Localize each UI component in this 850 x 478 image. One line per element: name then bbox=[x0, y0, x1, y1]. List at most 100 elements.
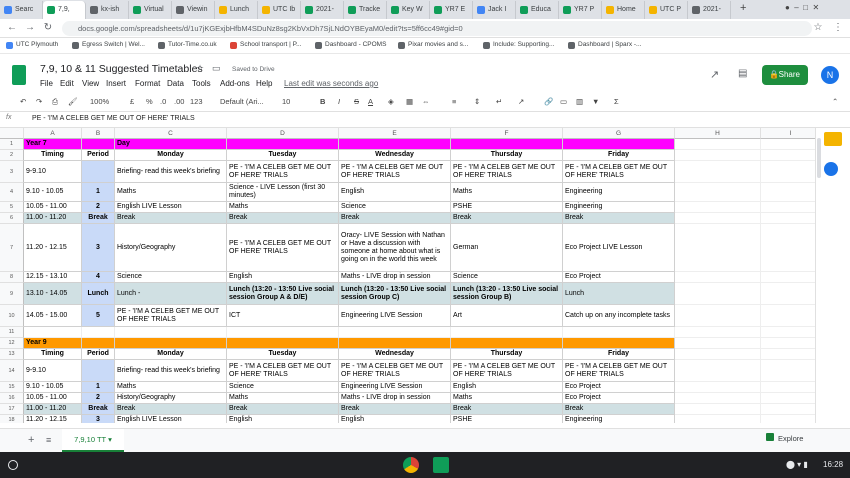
grid-cell[interactable]: 13.10 - 14.05 bbox=[24, 283, 82, 305]
menu-file[interactable]: File bbox=[40, 79, 53, 88]
grid-cell[interactable] bbox=[675, 415, 761, 423]
grid-cell[interactable] bbox=[563, 327, 675, 338]
grid-cell[interactable]: Briefing- read this week's briefing bbox=[115, 360, 227, 382]
browser-tab[interactable]: Searc bbox=[0, 1, 43, 19]
grid-cell[interactable] bbox=[451, 139, 563, 150]
status-icons[interactable]: ⬤ ▾ ▮ bbox=[786, 460, 808, 469]
column-header[interactable]: E bbox=[339, 128, 451, 139]
strikethrough-icon[interactable]: S bbox=[354, 97, 359, 106]
grid-cell[interactable] bbox=[675, 360, 761, 382]
grid-cell[interactable] bbox=[761, 202, 815, 213]
grid-cell[interactable]: Eco Project bbox=[563, 382, 675, 393]
grid-cell[interactable]: Thursday bbox=[451, 150, 563, 161]
grid-cell[interactable]: 11.20 - 12.15 bbox=[24, 224, 82, 272]
vertical-scrollbar[interactable] bbox=[817, 138, 821, 178]
column-header[interactable]: A bbox=[24, 128, 82, 139]
browser-menu-icon[interactable]: ⋮ bbox=[832, 22, 844, 34]
menu-format[interactable]: Format bbox=[135, 79, 160, 88]
back-icon[interactable]: ← bbox=[6, 22, 18, 34]
grid-cell[interactable]: Science bbox=[227, 382, 339, 393]
undo-icon[interactable]: ↶ bbox=[20, 97, 26, 106]
browser-tab[interactable]: 2021- bbox=[688, 1, 731, 19]
grid-cell[interactable]: English bbox=[339, 183, 451, 202]
grid-cell[interactable]: 9-9.10 bbox=[24, 360, 82, 382]
grid-cell[interactable] bbox=[339, 327, 451, 338]
text-color-icon[interactable]: A bbox=[368, 97, 373, 106]
document-title[interactable]: 7,9, 10 & 11 Suggested Timetables bbox=[40, 63, 203, 75]
bookmark-item[interactable]: Tutor-Time.co.uk bbox=[158, 41, 217, 49]
row-header[interactable]: 14 bbox=[0, 360, 24, 382]
avatar[interactable]: N bbox=[821, 66, 839, 84]
row-header[interactable]: 10 bbox=[0, 305, 24, 327]
grid-cell[interactable]: PE - 'I'M A CELEB GET ME OUT OF HERE' TR… bbox=[227, 224, 339, 272]
grid-cell[interactable]: Maths bbox=[451, 183, 563, 202]
column-header[interactable]: F bbox=[451, 128, 563, 139]
grid-cell[interactable]: 1 bbox=[82, 183, 115, 202]
grid-cell[interactable]: History/Geography bbox=[115, 393, 227, 404]
redo-icon[interactable]: ↷ bbox=[36, 97, 42, 106]
grid-cell[interactable] bbox=[115, 327, 227, 338]
insert-chart-icon[interactable]: ▥ bbox=[576, 97, 583, 106]
row-header[interactable]: 4 bbox=[0, 183, 24, 202]
forward-icon[interactable]: → bbox=[24, 22, 36, 34]
grid-cell[interactable]: 11.00 - 11.20 bbox=[24, 404, 82, 415]
currency-format-button[interactable]: £ bbox=[130, 97, 134, 106]
grid-cell[interactable]: Lunch (13:20 - 13:50 Live social session… bbox=[451, 283, 563, 305]
grid-cell[interactable] bbox=[82, 161, 115, 183]
grid-cell[interactable] bbox=[339, 139, 451, 150]
bookmark-item[interactable]: UTC Plymouth bbox=[6, 41, 58, 49]
grid-cell[interactable] bbox=[761, 360, 815, 382]
column-header[interactable]: D bbox=[227, 128, 339, 139]
menu-tools[interactable]: Tools bbox=[192, 79, 211, 88]
grid-cell[interactable] bbox=[675, 283, 761, 305]
grid-cell[interactable]: ICT bbox=[227, 305, 339, 327]
grid-cell[interactable]: Maths bbox=[451, 393, 563, 404]
grid-cell[interactable]: 1 bbox=[82, 382, 115, 393]
grid-cell[interactable] bbox=[675, 161, 761, 183]
grid-cell[interactable]: Break bbox=[451, 404, 563, 415]
grid-cell[interactable]: Lunch (13:20 - 13:50 Live social session… bbox=[339, 283, 451, 305]
grid-cell[interactable] bbox=[227, 338, 339, 349]
grid-cell[interactable]: Monday bbox=[115, 349, 227, 360]
grid-cell[interactable] bbox=[24, 327, 82, 338]
row-header[interactable]: 15 bbox=[0, 382, 24, 393]
bookmark-item[interactable]: Egress Switch | Wel... bbox=[72, 41, 145, 49]
grid-cell[interactable]: Friday bbox=[563, 150, 675, 161]
url-field[interactable]: docs.google.com/spreadsheets/d/1u7jKGExj… bbox=[62, 21, 812, 36]
insert-comment-icon[interactable]: ▭ bbox=[560, 97, 567, 106]
grid-cell[interactable]: 11.00 - 11.20 bbox=[24, 213, 82, 224]
grid-cell[interactable] bbox=[675, 349, 761, 360]
grid-cell[interactable]: Thursday bbox=[451, 349, 563, 360]
fill-color-icon[interactable]: ◈ bbox=[388, 97, 394, 106]
chrome-icon[interactable] bbox=[403, 457, 419, 473]
comments-icon[interactable]: ▤ bbox=[738, 68, 747, 79]
insert-link-icon[interactable]: 🔗 bbox=[544, 97, 553, 106]
reload-icon[interactable]: ↻ bbox=[42, 22, 54, 34]
increase-decimal-button[interactable]: .00 bbox=[174, 97, 184, 106]
font-select[interactable]: Default (Ari... bbox=[220, 97, 264, 106]
grid-cell[interactable]: Wednesday bbox=[339, 349, 451, 360]
new-tab-button[interactable]: + bbox=[740, 2, 746, 14]
grid-cell[interactable]: PE - 'I'M A CELEB GET ME OUT OF HERE' TR… bbox=[227, 360, 339, 382]
bookmark-star-icon[interactable]: ☆ bbox=[812, 22, 824, 34]
grid-cell[interactable]: Eco Project LIVE Lesson bbox=[563, 224, 675, 272]
row-header[interactable]: 11 bbox=[0, 327, 24, 338]
classroom-icon[interactable] bbox=[433, 457, 449, 473]
grid-cell[interactable]: PE - 'I'M A CELEB GET ME OUT OF HERE' TR… bbox=[227, 161, 339, 183]
grid-cell[interactable]: Break bbox=[115, 404, 227, 415]
grid-cell[interactable] bbox=[675, 150, 761, 161]
grid-cell[interactable]: PE - 'I'M A CELEB GET ME OUT OF HERE' TR… bbox=[451, 360, 563, 382]
grid-cell[interactable] bbox=[675, 139, 761, 150]
grid-cell[interactable]: Tuesday bbox=[227, 150, 339, 161]
grid-cell[interactable] bbox=[675, 327, 761, 338]
grid-cell[interactable]: Lunch bbox=[563, 283, 675, 305]
grid-cell[interactable] bbox=[451, 338, 563, 349]
grid-cell[interactable] bbox=[761, 224, 815, 272]
grid-cell[interactable]: Friday bbox=[563, 349, 675, 360]
keep-icon[interactable] bbox=[824, 132, 842, 146]
sheets-logo-icon[interactable] bbox=[12, 65, 26, 85]
grid-cell[interactable]: Break bbox=[563, 404, 675, 415]
grid-cell[interactable]: Timing bbox=[24, 349, 82, 360]
browser-tab[interactable]: UTC Ib bbox=[258, 1, 301, 19]
grid-cell[interactable] bbox=[675, 183, 761, 202]
